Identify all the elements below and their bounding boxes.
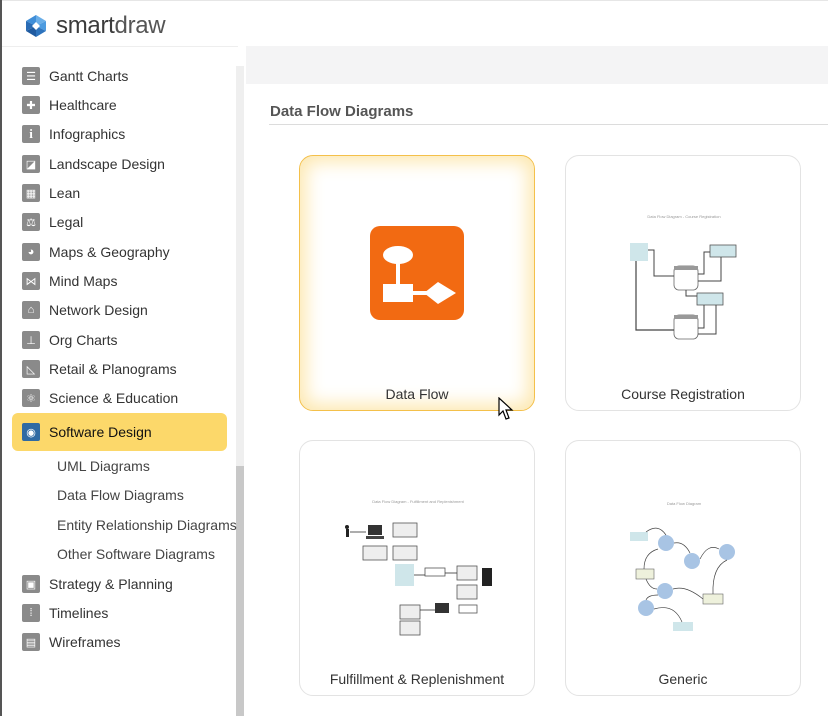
sidebar-item-label: Infographics [49, 126, 126, 142]
sidebar-item-label: Org Charts [49, 332, 118, 348]
sidebar-item-label: Legal [49, 214, 84, 230]
section-title: Data Flow Diagrams [270, 103, 414, 120]
scales-icon: ⚖ [22, 213, 40, 231]
template-card-course-registration[interactable]: Data Flow Diagram - Course Registration … [565, 155, 801, 411]
logo-text: smartdraw [56, 12, 166, 39]
lean-icon: ▦ [22, 184, 40, 202]
fulfillment-thumbnail: Data Flow Diagram - Fulfillment and Repl… [345, 499, 492, 636]
sidebar-item-mind-maps[interactable]: ⋈ Mind Maps [22, 269, 117, 293]
timeline-icon: ⁞ [22, 604, 40, 622]
healthcare-icon: ✚ [22, 96, 40, 114]
sidebar-item-infographics[interactable]: i Infographics [22, 122, 125, 146]
mouse-cursor-icon [498, 397, 514, 420]
smartdraw-logo-icon [26, 15, 46, 37]
card-label: Generic [658, 671, 708, 687]
section-divider [269, 124, 828, 125]
sidebar-subitem-entity-relationship-diagrams[interactable]: Entity Relationship Diagrams [57, 517, 237, 537]
sidebar-item-strategy-planning[interactable]: ▣ Strategy & Planning [22, 572, 173, 596]
sidebar-item-legal[interactable]: ⚖ Legal [22, 210, 83, 234]
sidebar-item-network-design[interactable]: ⌂ Network Design [22, 298, 148, 322]
template-card-fulfillment-replenishment[interactable]: Data Flow Diagram - Fulfillment and Repl… [299, 440, 535, 696]
smartdraw-logo[interactable]: smartdraw [24, 12, 166, 40]
software-disc-icon: ◉ [22, 423, 40, 441]
sidebar-item-landscape-design[interactable]: ◪ Landscape Design [22, 152, 165, 176]
gantt-icon: ☰ [22, 67, 40, 85]
network-icon: ⌂ [22, 301, 40, 319]
sidebar-item-label: Strategy & Planning [49, 576, 173, 592]
sidebar-item-label: Gantt Charts [49, 68, 129, 84]
sidebar-item-label: Network Design [49, 302, 148, 318]
sidebar-item-label: Maps & Geography [49, 244, 170, 260]
globe-icon: ◕ [22, 243, 40, 261]
sidebar-scrollbar-thumb[interactable] [236, 466, 244, 716]
template-card-generic[interactable]: Data Flow Diagram Generic [565, 440, 801, 696]
sidebar-item-wireframes[interactable]: ▤ Wireframes [22, 630, 121, 654]
sidebar-item-label: Software Design [49, 424, 152, 440]
card-label: Course Registration [621, 386, 745, 402]
sidebar-item-label: Lean [49, 185, 81, 201]
sidebar-item-software-design[interactable]: ◉ Software Design [22, 420, 152, 444]
wireframe-icon: ▤ [22, 633, 40, 651]
sidebar-item-label: Timelines [49, 605, 109, 621]
landscape-icon: ◪ [22, 155, 40, 173]
org-chart-icon: ⊥ [22, 331, 40, 349]
strategy-icon: ▣ [22, 575, 40, 593]
course-registration-thumbnail: Data Flow Diagram - Course Registration [630, 214, 737, 340]
sidebar-item-label: Wireframes [49, 634, 121, 650]
sidebar-item-gantt-charts[interactable]: ☰ Gantt Charts [22, 64, 128, 88]
sidebar-item-timelines[interactable]: ⁞ Timelines [22, 601, 108, 625]
mind-map-icon: ⋈ [22, 272, 40, 290]
generic-thumbnail: Data Flow Diagram [630, 501, 735, 631]
template-card-data-flow[interactable]: Data Flow [299, 155, 535, 411]
info-icon: i [22, 125, 40, 143]
thumb-title: Data Flow Diagram - Fulfillment and Repl… [372, 499, 464, 504]
retail-icon: ◺ [22, 360, 40, 378]
sidebar-item-org-charts[interactable]: ⊥ Org Charts [22, 328, 117, 352]
sidebar-item-label: Retail & Planograms [49, 361, 177, 377]
sidebar-item-maps-geography[interactable]: ◕ Maps & Geography [22, 240, 170, 264]
sidebar-item-label: Healthcare [49, 97, 117, 113]
sidebar-item-healthcare[interactable]: ✚ Healthcare [22, 93, 117, 117]
sidebar-item-retail-planograms[interactable]: ◺ Retail & Planograms [22, 357, 177, 381]
card-label: Fulfillment & Replenishment [329, 671, 505, 687]
thumb-title: Data Flow Diagram - Course Registration [647, 214, 720, 219]
sidebar-item-label: Landscape Design [49, 156, 165, 172]
sidebar-item-label: Mind Maps [49, 273, 118, 289]
sidebar-item-science-education[interactable]: ⚛ Science & Education [22, 386, 178, 410]
data-flow-template-icon [370, 226, 464, 320]
sidebar-subitem-other-software-diagrams[interactable]: Other Software Diagrams [57, 546, 215, 566]
sidebar-subitem-data-flow-diagrams[interactable]: Data Flow Diagrams [57, 487, 184, 507]
atom-icon: ⚛ [22, 389, 40, 407]
sidebar-subitem-uml-diagrams[interactable]: UML Diagrams [57, 458, 150, 478]
sidebar-item-lean[interactable]: ▦ Lean [22, 181, 80, 205]
sidebar-item-label: Science & Education [49, 390, 179, 406]
thumb-title: Data Flow Diagram [667, 501, 702, 506]
main-header-bar [246, 46, 828, 84]
